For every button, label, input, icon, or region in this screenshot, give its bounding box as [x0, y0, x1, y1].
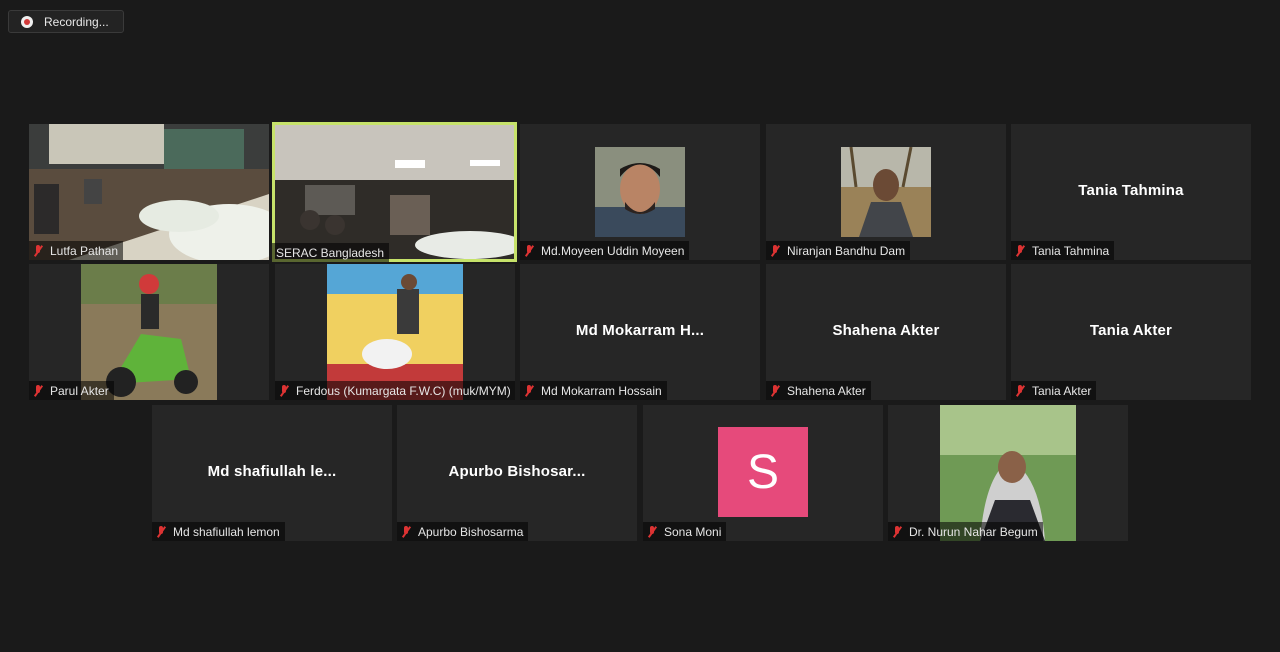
participant-label: Md.Moyeen Uddin Moyeen	[520, 241, 690, 260]
muted-mic-icon	[156, 525, 166, 538]
video-tile[interactable]: Apurbo Bishosar... Apurbo Bishosarma	[397, 405, 637, 541]
meeting-room-video	[29, 124, 269, 260]
participant-label: Apurbo Bishosarma	[397, 522, 529, 541]
participant-name: Apurbo Bishosarma	[418, 524, 524, 539]
participant-name: Shahena Akter	[787, 383, 866, 398]
participant-label: Ferdous (Kumargata F.W.C) (muk/MYM)	[275, 381, 515, 400]
participant-display-name: Md shafiullah le...	[207, 463, 337, 480]
video-tile[interactable]: Md Mokarram H... Md Mokarram Hossain	[520, 264, 760, 400]
participant-display-name: Tania Akter	[1089, 322, 1173, 339]
participant-display-name: Tania Tahmina	[1078, 182, 1184, 199]
video-tile[interactable]: Tania Akter Tania Akter	[1011, 264, 1251, 400]
participant-label: Parul Akter	[29, 381, 114, 400]
participant-name: SERAC Bangladesh	[276, 245, 385, 260]
participant-display-name: Apurbo Bishosar...	[448, 463, 586, 480]
participant-name: Lutfa Pathan	[50, 243, 119, 258]
participant-name: Sona Moni	[664, 524, 722, 539]
muted-mic-icon	[401, 525, 411, 538]
video-tile[interactable]: Niranjan Bandhu Dam	[766, 124, 1006, 260]
participant-name: Md shafiullah lemon	[173, 524, 280, 539]
video-tile[interactable]: Tania Tahmina Tania Tahmina	[1011, 124, 1251, 260]
muted-mic-icon	[647, 525, 657, 538]
participant-name: Md Mokarram Hossain	[541, 383, 662, 398]
profile-photo	[595, 147, 685, 237]
profile-photo	[841, 147, 931, 237]
recording-label: Recording...	[44, 14, 109, 29]
participant-label: Sona Moni	[643, 522, 727, 541]
participant-display-name: Shahena Akter	[832, 322, 940, 339]
record-icon	[21, 15, 33, 28]
muted-mic-icon	[33, 384, 43, 397]
participant-name: Md.Moyeen Uddin Moyeen	[541, 243, 685, 258]
muted-mic-icon	[770, 384, 780, 397]
participant-name: Niranjan Bandhu Dam	[787, 243, 906, 258]
participant-label: Tania Akter	[1011, 381, 1097, 400]
participant-label: Lutfa Pathan	[29, 241, 124, 260]
participant-label: Dr. Nurun Nahar Begum	[888, 522, 1043, 541]
video-tile[interactable]: Ferdous (Kumargata F.W.C) (muk/MYM)	[275, 264, 515, 400]
video-tile[interactable]: S Sona Moni	[643, 405, 883, 541]
participant-label: Shahena Akter	[766, 381, 871, 400]
muted-mic-icon	[1015, 384, 1025, 397]
profile-photo	[327, 264, 463, 400]
muted-mic-icon	[770, 244, 780, 257]
participant-label: Tania Tahmina	[1011, 241, 1115, 260]
participant-label: Md shafiullah lemon	[152, 522, 285, 541]
participant-name: Dr. Nurun Nahar Begum	[909, 524, 1038, 539]
video-tile[interactable]: Md shafiullah le... Md shafiullah lemon	[152, 405, 392, 541]
participant-label: SERAC Bangladesh	[272, 243, 390, 262]
muted-mic-icon	[33, 244, 43, 257]
meeting-room-video	[275, 125, 514, 259]
participant-name: Ferdous (Kumargata F.W.C) (muk/MYM)	[296, 383, 511, 398]
participant-label: Md Mokarram Hossain	[520, 381, 667, 400]
profile-photo	[940, 405, 1076, 541]
video-tile[interactable]: Md.Moyeen Uddin Moyeen	[520, 124, 760, 260]
avatar: S	[718, 427, 808, 517]
participant-name: Tania Akter	[1032, 383, 1092, 398]
muted-mic-icon	[524, 244, 534, 257]
muted-mic-icon	[1015, 244, 1025, 257]
video-tile[interactable]: Shahena Akter Shahena Akter	[766, 264, 1006, 400]
muted-mic-icon	[279, 384, 289, 397]
video-tile[interactable]: Lutfa Pathan	[29, 124, 269, 260]
participant-name: Tania Tahmina	[1032, 243, 1110, 258]
participant-name: Parul Akter	[50, 383, 109, 398]
video-tile[interactable]: Parul Akter	[29, 264, 269, 400]
recording-indicator[interactable]: Recording...	[8, 10, 124, 33]
video-tile[interactable]: Dr. Nurun Nahar Begum	[888, 405, 1128, 541]
participant-label: Niranjan Bandhu Dam	[766, 241, 911, 260]
participant-display-name: Md Mokarram H...	[575, 322, 705, 339]
video-tile-active-speaker[interactable]: SERAC Bangladesh	[272, 122, 517, 262]
profile-photo	[81, 264, 217, 400]
muted-mic-icon	[892, 525, 902, 538]
muted-mic-icon	[524, 384, 534, 397]
